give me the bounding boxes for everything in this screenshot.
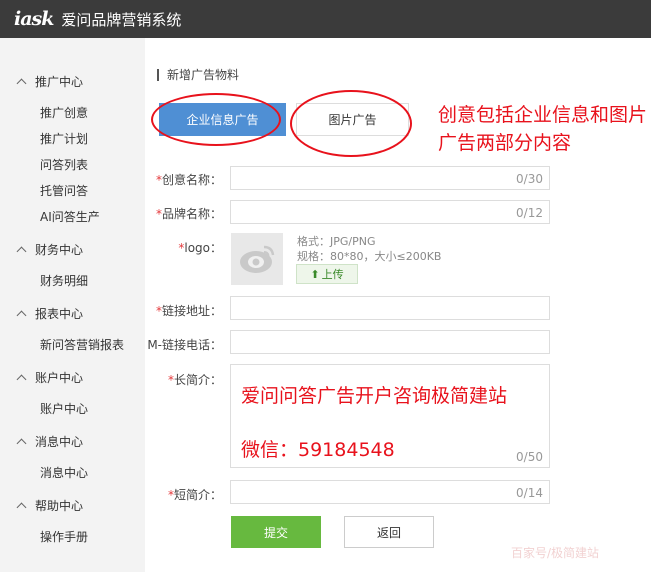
logo-spec-hint: 规格：80*80，大小≤200KB xyxy=(297,250,442,263)
brand-name-label: *品牌名称： xyxy=(155,207,222,221)
app-title: 爱问品牌营销系统 xyxy=(61,10,182,29)
link-url-label: *链接地址： xyxy=(155,304,222,318)
short-intro-label: *短简介： xyxy=(167,488,222,502)
sidebar: 推广中心 推广创意 推广计划 问答列表 托管问答 AI问答生产 财务中心 财务明… xyxy=(0,38,145,572)
sidebar-item-hosted-qa[interactable]: 托管问答 xyxy=(40,182,88,199)
char-counter: 0/14 xyxy=(516,486,543,500)
upload-icon: ⬆ xyxy=(310,267,320,281)
sidebar-item-qa-report[interactable]: 新问答营销报表 xyxy=(40,336,124,353)
overlay-promo-line1: 爱问问答广告开户咨询极简建站 xyxy=(241,385,508,407)
sidebar-group-account[interactable]: 账户中心 xyxy=(16,369,84,386)
chevron-up-icon xyxy=(16,246,27,256)
sidebar-item-qa-list[interactable]: 问答列表 xyxy=(40,156,88,173)
char-counter: 0/50 xyxy=(516,450,543,464)
sidebar-group-promotion[interactable]: 推广中心 xyxy=(16,73,84,90)
page-title: 新增广告物料 xyxy=(157,69,239,81)
sidebar-group-messages[interactable]: 消息中心 xyxy=(16,433,84,450)
logo-label: *logo： xyxy=(178,241,222,255)
short-intro-input[interactable]: 0/14 xyxy=(230,480,550,504)
brand-name-input[interactable]: 0/12 xyxy=(230,200,550,224)
weibo-eye-icon xyxy=(240,245,275,273)
sidebar-group-label: 财务中心 xyxy=(35,243,84,257)
sidebar-group-reports[interactable]: 报表中心 xyxy=(16,305,84,322)
sidebar-item-account[interactable]: 账户中心 xyxy=(40,400,88,417)
sidebar-item-manual[interactable]: 操作手册 xyxy=(40,528,88,545)
chevron-up-icon xyxy=(16,374,27,384)
top-bar: iask 爱问品牌营销系统 xyxy=(0,0,651,38)
long-intro-label: *长简介： xyxy=(167,373,222,387)
annotation-text: 创意包括企业信息和图片广告两部分内容 xyxy=(438,104,648,154)
sidebar-group-label: 账户中心 xyxy=(35,371,84,385)
tab-enterprise-info-ad[interactable]: 企业信息广告 xyxy=(159,103,286,136)
sidebar-group-label: 推广中心 xyxy=(35,75,84,89)
m-phone-input[interactable] xyxy=(230,330,550,354)
main-content: 新增广告物料 企业信息广告 图片广告 创意包括企业信息和图片广告两部分内容 *创… xyxy=(145,38,651,572)
logo-preview[interactable] xyxy=(231,233,283,285)
sidebar-group-label: 消息中心 xyxy=(35,435,84,449)
sidebar-item-plan[interactable]: 推广计划 xyxy=(40,130,88,147)
logo-format-hint: 格式：JPG/PNG xyxy=(297,235,376,248)
sidebar-group-label: 报表中心 xyxy=(35,307,84,321)
m-phone-label: M-链接电话： xyxy=(147,338,222,352)
submit-button[interactable]: 提交 xyxy=(231,516,321,548)
char-counter: 0/30 xyxy=(516,172,543,186)
sidebar-group-finance[interactable]: 财务中心 xyxy=(16,241,84,258)
creative-name-label: *创意名称： xyxy=(155,173,222,187)
back-button[interactable]: 返回 xyxy=(344,516,434,548)
creative-name-input[interactable]: 0/30 xyxy=(230,166,550,190)
link-url-input[interactable] xyxy=(230,296,550,320)
tab-image-ad[interactable]: 图片广告 xyxy=(296,103,409,136)
sidebar-item-messages[interactable]: 消息中心 xyxy=(40,464,88,481)
chevron-up-icon xyxy=(16,438,27,448)
watermark: 百家号/极简建站 xyxy=(511,546,600,560)
sidebar-item-finance-detail[interactable]: 财务明细 xyxy=(40,272,88,289)
chevron-up-icon xyxy=(16,502,27,512)
iask-logo: iask xyxy=(14,8,54,30)
chevron-up-icon xyxy=(16,310,27,320)
overlay-promo-line2: 微信：59184548 xyxy=(241,439,395,461)
sidebar-group-label: 帮助中心 xyxy=(35,499,84,513)
upload-button[interactable]: ⬆ 上传 xyxy=(296,264,358,284)
sidebar-item-creative[interactable]: 推广创意 xyxy=(40,104,88,121)
brand-logo[interactable]: iask 爱问品牌营销系统 xyxy=(14,8,181,30)
chevron-up-icon xyxy=(16,78,27,88)
char-counter: 0/12 xyxy=(516,206,543,220)
sidebar-item-ai-qa[interactable]: AI问答生产 xyxy=(40,208,100,225)
sidebar-group-help[interactable]: 帮助中心 xyxy=(16,497,84,514)
